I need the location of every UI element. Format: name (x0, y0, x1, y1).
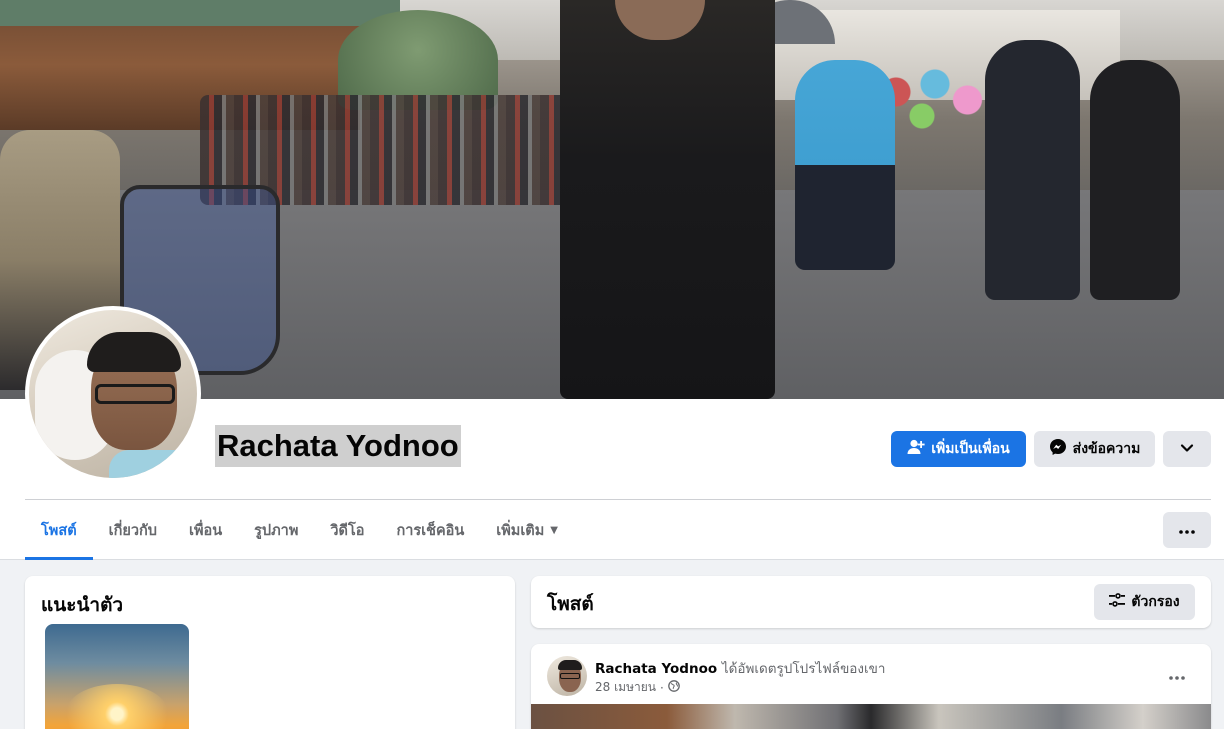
posts-header-card: โพสต์ ตัวกรอง (531, 576, 1211, 628)
globe-icon (667, 680, 680, 695)
post-author-avatar[interactable] (547, 656, 587, 696)
meta-separator: · (659, 680, 664, 695)
add-friend-button[interactable]: เพิ่มเป็นเพื่อน (891, 431, 1026, 467)
filter-label: ตัวกรอง (1131, 594, 1180, 610)
post-header-text: Rachata Yodnoo ได้อัพเดตรูปโปรไฟล์ของเขา (595, 657, 885, 679)
avatar-hair (558, 660, 582, 670)
tab-friends[interactable]: เพื่อน (173, 500, 238, 560)
cover-person (985, 40, 1080, 300)
cover-roof-left (0, 0, 400, 26)
cover-person (1090, 60, 1180, 300)
tab-checkins[interactable]: การเช็คอิน (380, 500, 480, 560)
post-meta: 28 เมษายน · (595, 678, 680, 697)
tabs-more-button[interactable] (1163, 512, 1211, 548)
cover-photo[interactable] (0, 0, 1224, 399)
cover-person-main (560, 0, 775, 399)
intro-title: แนะนำตัว (41, 594, 124, 616)
chevron-down-icon (1180, 441, 1194, 457)
avatar-glasses (95, 384, 175, 404)
profile-tabs: โพสต์ เกี่ยวกับ เพื่อน รูปภาพ วิดีโอ การ… (25, 500, 574, 560)
tab-more[interactable]: เพิ่มเติม ▼ (480, 500, 574, 560)
tab-posts[interactable]: โพสต์ (25, 500, 93, 560)
messenger-icon (1049, 438, 1067, 460)
filter-button[interactable]: ตัวกรอง (1094, 584, 1195, 620)
add-friend-label: เพิ่มเป็นเพื่อน (931, 441, 1010, 457)
post-action-text: ได้อัพเดตรูปโปรไฟล์ของเขา (721, 661, 886, 677)
message-button[interactable]: ส่งข้อความ (1034, 431, 1155, 467)
caret-down-icon: ▼ (550, 524, 558, 536)
more-horizontal-icon (1169, 665, 1185, 684)
avatar-hair (87, 332, 181, 372)
post-options-button[interactable] (1159, 656, 1195, 692)
sunset-glow (65, 684, 169, 729)
message-label: ส่งข้อความ (1072, 441, 1141, 457)
profile-picture (29, 310, 197, 478)
tab-label: การเช็คอิน (396, 522, 465, 539)
tab-photos[interactable]: รูปภาพ (238, 500, 314, 560)
post-author-name[interactable]: Rachata Yodnoo (595, 661, 717, 677)
profile-name: Rachata Yodnoo (215, 425, 461, 467)
intro-featured-photo[interactable] (45, 624, 189, 729)
profile-avatar[interactable] (25, 306, 201, 482)
avatar-glasses (560, 673, 580, 679)
more-horizontal-icon (1179, 522, 1195, 538)
post-image[interactable] (531, 704, 1211, 729)
post-date[interactable]: 28 เมษายน (595, 678, 656, 697)
tab-label: รูปภาพ (254, 522, 299, 539)
tab-about[interactable]: เกี่ยวกับ (93, 500, 173, 560)
add-friend-icon (907, 439, 925, 459)
more-profile-options-button[interactable] (1163, 431, 1211, 467)
filter-icon (1109, 593, 1126, 611)
tab-videos[interactable]: วิดีโอ (314, 500, 380, 560)
tab-label: เพิ่มเติม (496, 522, 545, 539)
tab-label: เพื่อน (188, 522, 223, 539)
cover-person (795, 60, 895, 270)
avatar-shirt (109, 450, 197, 478)
intro-card: แนะนำตัว (25, 576, 515, 729)
tab-label: เกี่ยวกับ (108, 522, 157, 539)
tab-label: โพสต์ (41, 522, 77, 539)
post-card: Rachata Yodnoo ได้อัพเดตรูปโปรไฟล์ของเขา… (531, 644, 1211, 729)
tab-label: วิดีโอ (330, 522, 365, 539)
posts-title: โพสต์ (547, 593, 594, 615)
